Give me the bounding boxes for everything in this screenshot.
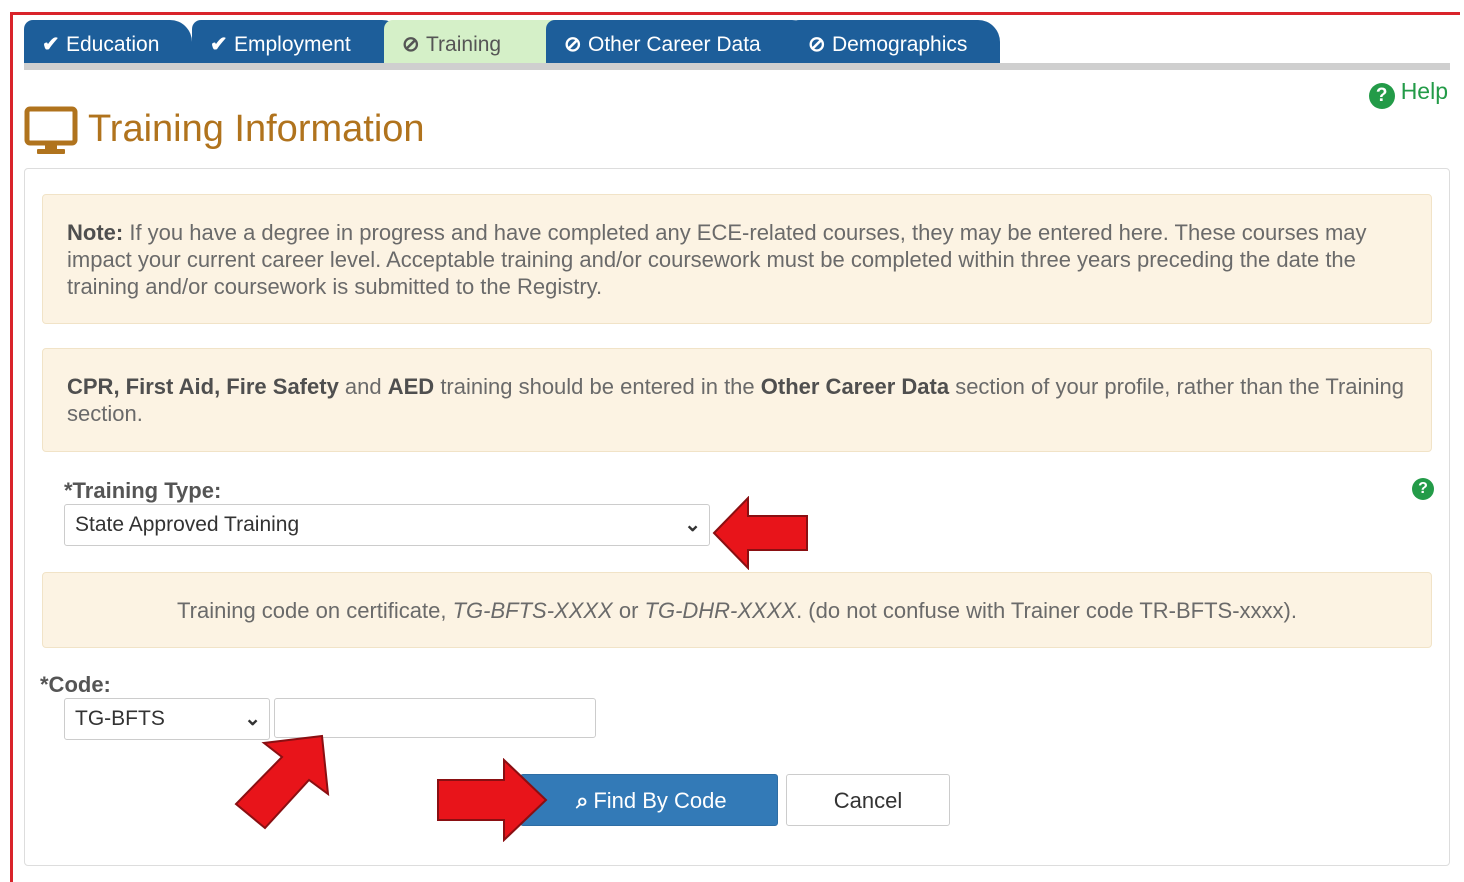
search-icon: ⌕: [576, 788, 589, 813]
help-link[interactable]: ? Help: [1368, 78, 1448, 109]
note-bold-text: CPR, First Aid, Fire Safety: [67, 374, 339, 399]
tab-label: Other Career Data: [588, 33, 761, 56]
note-text: training should be entered in the: [434, 374, 761, 399]
find-by-code-button[interactable]: ⌕ Find By Code: [520, 774, 778, 826]
cancel-button[interactable]: Cancel: [786, 774, 950, 826]
monitor-icon: [24, 106, 78, 154]
tab-label: Education: [66, 33, 160, 56]
code-prefix-value: TG-BFTS: [75, 707, 165, 730]
note-text: . (do not confuse with Trainer code TR-B…: [796, 598, 1297, 623]
note-italic-code: TG-DHR-XXXX: [644, 598, 797, 623]
red-arrow-left-icon: [712, 496, 808, 570]
note-text: If you have a degree in progress and hav…: [67, 220, 1367, 299]
note-text: and: [338, 374, 388, 399]
tab-underline: [24, 63, 1450, 70]
training-type-value: State Approved Training: [75, 513, 300, 536]
note-italic-code: TG-BFTS-XXXX: [452, 598, 613, 623]
note-training-code: Training code on certificate, TG-BFTS-XX…: [42, 572, 1432, 648]
tab-education[interactable]: ✔ Education: [24, 20, 192, 66]
note-cpr-training: CPR, First Aid, Fire Safety and AED trai…: [42, 348, 1432, 452]
training-type-select[interactable]: State Approved Training ⌄: [64, 504, 710, 546]
help-label: Help: [1400, 78, 1448, 104]
red-arrow-right-icon: [437, 758, 548, 842]
tab-demographics[interactable]: ⊘ Demographics: [790, 20, 1000, 66]
find-by-code-label: Find By Code: [593, 788, 727, 813]
tab-other-career-data[interactable]: ⊘ Other Career Data: [546, 20, 814, 66]
cancel-label: Cancel: [833, 788, 903, 813]
code-label: *Code:: [40, 672, 111, 697]
note-text: or: [612, 598, 645, 623]
question-circle-icon[interactable]: ?: [1412, 478, 1434, 500]
note-text: Training code on certificate,: [177, 598, 453, 623]
tab-label: Training: [426, 33, 502, 56]
tab-employment[interactable]: ✔ Employment: [192, 20, 404, 66]
question-circle-icon: ?: [1368, 83, 1395, 109]
note-degree-in-progress: Note: If you have a degree in progress a…: [42, 194, 1432, 324]
note-bold-text: AED: [387, 374, 435, 399]
note-bold-text: Other Career Data: [760, 374, 950, 399]
note-bold-label: Note:: [67, 220, 124, 245]
chevron-down-icon: ⌄: [684, 514, 701, 536]
red-arrow-up-right-icon: [234, 734, 330, 830]
training-type-label: *Training Type:: [64, 478, 222, 503]
page-title: Training Information: [88, 108, 425, 150]
tab-label: Demographics: [832, 33, 968, 56]
tab-label: Employment: [234, 33, 351, 56]
